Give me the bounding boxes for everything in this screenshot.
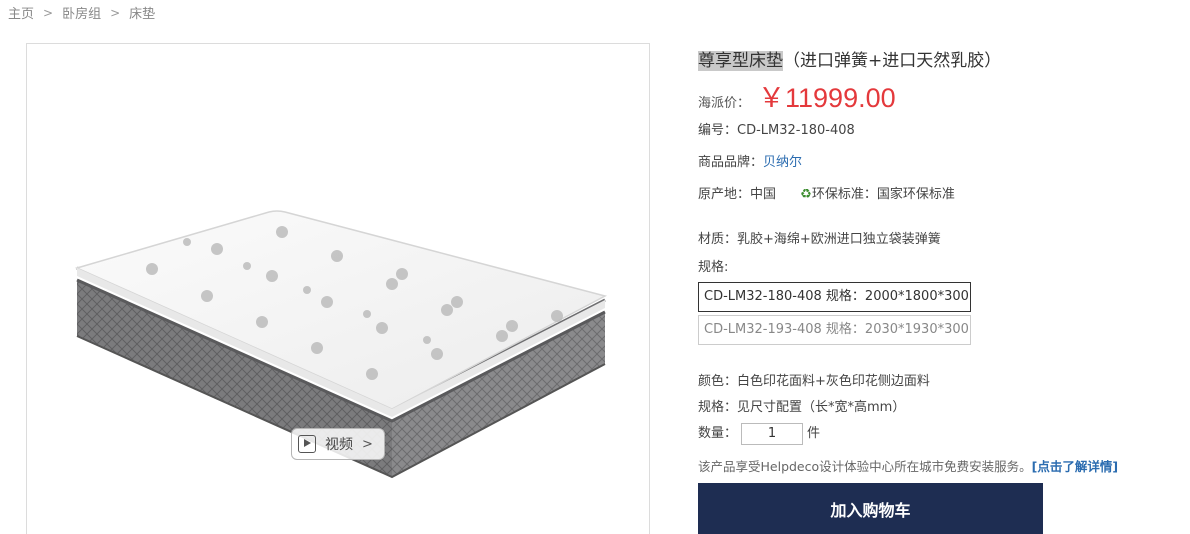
quantity-unit: 件 [807, 426, 821, 441]
origin-row: 原产地：中国 ♻环保标准：国家环保标准 [698, 183, 955, 202]
product-image-frame: 视频 > [26, 43, 650, 534]
video-label: 视频 [325, 437, 353, 453]
price-value: ￥11999.00 [758, 83, 896, 113]
service-note: 该产品享受Helpdeco设计体验中心所在城市免费安装服务。[点击了解详情] [698, 456, 1118, 475]
spec-option-1[interactable]: CD-LM32-180-408 规格：2000*1800*300 [698, 282, 971, 312]
quantity-row: 数量： 1 件 [698, 422, 820, 445]
breadcrumb-separator: > [110, 5, 121, 20]
brand-label: 商品品牌： [698, 155, 764, 170]
size-note: 规格：见尺寸配置（长*宽*高mm） [698, 400, 906, 415]
spec-label: 规格: [698, 260, 729, 275]
service-detail-link[interactable]: [点击了解详情] [1032, 459, 1118, 474]
service-text: 该产品享受Helpdeco设计体验中心所在城市免费安装服务。 [698, 459, 1032, 474]
quantity-input[interactable]: 1 [741, 422, 804, 445]
brand-row: 商品品牌：贝纳尔 [698, 151, 802, 170]
add-to-cart-button[interactable]: 加入购物车 [698, 483, 1043, 534]
origin-text: 原产地：中国 [698, 187, 777, 202]
product-title-rest: （进口弹簧+进口天然乳胶） [783, 51, 1002, 71]
spec-option-2[interactable]: CD-LM32-193-408 规格：2030*1930*300 [698, 315, 971, 345]
chevron-right-icon: > [362, 436, 373, 452]
material-text: 材质：乳胶+海绵+欧洲进口独立袋装弹簧 [698, 232, 941, 247]
brand-link[interactable]: 贝纳尔 [763, 155, 802, 170]
quantity-label: 数量： [698, 426, 738, 441]
recycle-icon: ♻ [800, 187, 812, 202]
price-row: 海派价： ￥11999.00 [698, 76, 896, 115]
mattress-image [74, 210, 608, 479]
breadcrumb-separator: > [43, 5, 54, 20]
video-button[interactable]: 视频 > [291, 428, 385, 460]
product-title: 尊享型床垫（进口弹簧+进口天然乳胶） [698, 46, 1001, 71]
breadcrumb: 主页 > 卧房组 > 床垫 [8, 3, 156, 23]
play-icon [298, 435, 316, 453]
breadcrumb-mattress: 床垫 [129, 7, 156, 22]
eco-standard: 环保标准：国家环保标准 [811, 187, 955, 202]
product-code: 编号：CD-LM32-180-408 [698, 123, 855, 138]
breadcrumb-home[interactable]: 主页 [8, 3, 34, 22]
breadcrumb-bedroom[interactable]: 卧房组 [62, 3, 101, 22]
product-title-highlight: 尊享型床垫 [698, 51, 783, 71]
price-label: 海派价： [698, 96, 751, 111]
color-text: 颜色：白色印花面料+灰色印花侧边面料 [698, 374, 930, 389]
